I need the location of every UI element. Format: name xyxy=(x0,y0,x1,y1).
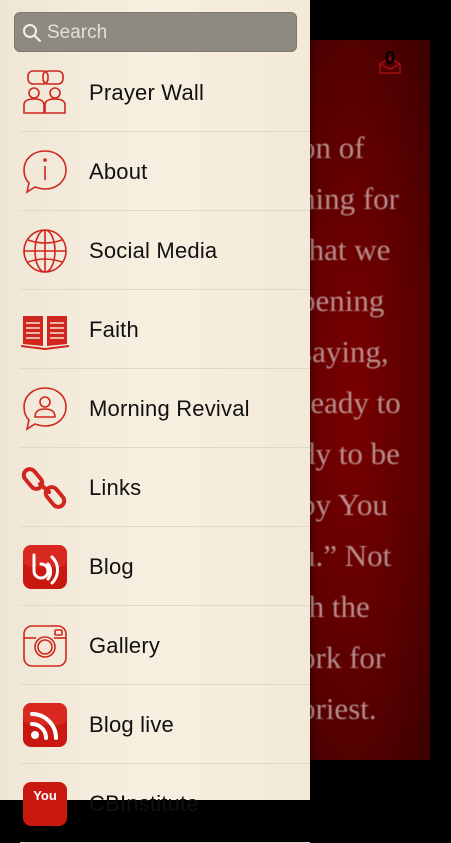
search-icon xyxy=(23,24,42,43)
content-text: on of hing for that we pening saying, re… xyxy=(300,122,430,734)
side-drawer: Prayer Wall About xyxy=(0,0,310,843)
content-panel: on of hing for that we pening saying, re… xyxy=(300,40,430,760)
notification-count: 0 xyxy=(384,48,395,68)
content-line: hing for xyxy=(300,181,400,216)
menu-item-cbinstitute[interactable]: You CBInstitute xyxy=(0,764,310,843)
rss-icon xyxy=(21,701,69,749)
menu-item-blog[interactable]: Blog xyxy=(0,527,310,606)
menu-item-social-media[interactable]: Social Media xyxy=(0,211,310,290)
content-line: u.” Not xyxy=(300,538,392,573)
content-line: by You xyxy=(300,487,388,522)
camera-icon xyxy=(21,622,69,670)
search-bar[interactable] xyxy=(14,12,297,53)
globe-icon xyxy=(21,227,69,275)
menu-item-label: CBInstitute xyxy=(89,790,199,816)
menu-item-label: Social Media xyxy=(89,237,218,263)
menu-item-gallery[interactable]: Gallery xyxy=(0,606,310,685)
content-line: th the xyxy=(300,589,370,624)
blog-icon xyxy=(21,543,69,591)
search-input[interactable] xyxy=(45,13,294,53)
link-icon xyxy=(21,464,69,512)
content-line: pening xyxy=(300,283,385,318)
content-line: oriest. xyxy=(300,691,377,726)
info-icon xyxy=(21,148,69,196)
menu-item-label: Blog live xyxy=(89,711,174,737)
menu-item-label: Links xyxy=(89,474,142,500)
menu-item-label: Faith xyxy=(89,316,139,342)
menu-item-faith[interactable]: Faith xyxy=(0,290,310,369)
content-line: dy to be xyxy=(300,436,400,471)
menu-item-label: Morning Revival xyxy=(89,395,250,421)
menu-item-label: Gallery xyxy=(89,632,161,658)
menu-item-links[interactable]: Links xyxy=(0,448,310,527)
content-line: that we xyxy=(300,232,391,267)
menu-item-about[interactable]: About xyxy=(0,132,310,211)
content-line: ork for xyxy=(300,640,386,675)
prayer-wall-icon xyxy=(21,69,69,117)
content-line: ready to xyxy=(300,385,401,420)
content-line: on of xyxy=(300,130,365,165)
person-bubble-icon xyxy=(21,385,69,433)
book-icon xyxy=(21,306,69,354)
menu-list: Prayer Wall About Social Media Faith Mor… xyxy=(0,53,310,843)
menu-item-label: Prayer Wall xyxy=(89,79,205,105)
content-line: saying, xyxy=(300,334,389,369)
menu-item-label: About xyxy=(89,158,148,184)
menu-item-label: Blog xyxy=(89,553,134,579)
svg-text:You: You xyxy=(33,788,57,803)
youtube-icon: You xyxy=(21,780,69,828)
menu-item-prayer-wall[interactable]: Prayer Wall xyxy=(0,53,310,132)
menu-item-blog-live[interactable]: Blog live xyxy=(0,685,310,764)
menu-item-morning-revival[interactable]: Morning Revival xyxy=(0,369,310,448)
